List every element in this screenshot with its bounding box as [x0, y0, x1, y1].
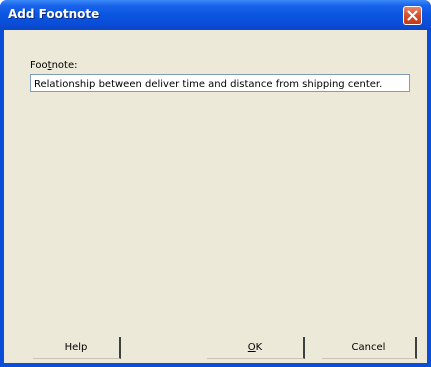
footnote-input[interactable] — [30, 74, 410, 92]
dialog-title: Add Footnote — [8, 7, 100, 21]
cancel-button[interactable]: Cancel — [322, 337, 417, 359]
add-footnote-dialog: Add Footnote Footnote: Help OK Cancel — [0, 0, 431, 367]
title-bar[interactable]: Add Footnote — [0, 0, 431, 30]
close-button[interactable] — [403, 6, 422, 25]
ok-accelerator: O — [247, 342, 256, 353]
close-icon — [407, 10, 418, 21]
ok-button[interactable]: OK — [207, 337, 305, 359]
footnote-label: Footnote: — [30, 60, 78, 71]
help-button[interactable]: Help — [33, 337, 121, 359]
